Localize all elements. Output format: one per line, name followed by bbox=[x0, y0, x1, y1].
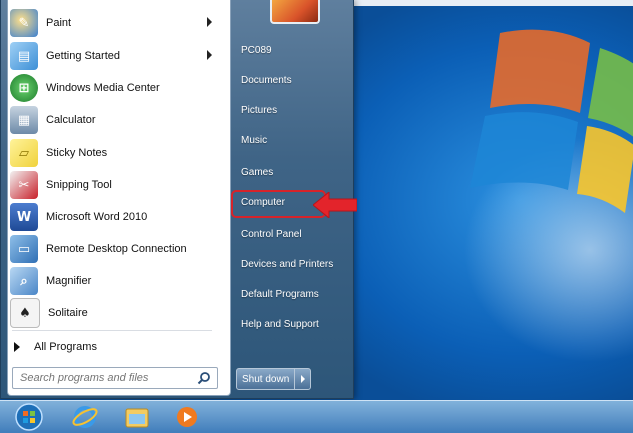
right-item-games[interactable]: Games bbox=[234, 159, 340, 185]
shutdown-options-arrow-icon[interactable] bbox=[294, 369, 310, 389]
right-item-user[interactable]: PC089 bbox=[234, 37, 340, 63]
program-remote-desktop-connection[interactable]: ▭ Remote Desktop Connection bbox=[6, 233, 216, 265]
right-item-control-panel[interactable]: Control Panel bbox=[234, 221, 340, 247]
calculator-icon: ▦ bbox=[10, 106, 38, 134]
remote-desktop-icon: ▭ bbox=[10, 235, 38, 263]
program-paint[interactable]: ✎ Paint bbox=[6, 7, 216, 39]
search-icon[interactable] bbox=[197, 371, 211, 385]
submenu-arrow-icon[interactable] bbox=[207, 50, 212, 60]
program-windows-media-center[interactable]: ⊞ Windows Media Center bbox=[6, 72, 216, 104]
magnifier-icon: ⌕ bbox=[10, 267, 38, 295]
program-getting-started[interactable]: ▤ Getting Started bbox=[6, 40, 216, 72]
submenu-arrow-icon[interactable] bbox=[207, 17, 212, 27]
right-item-music[interactable]: Music bbox=[234, 127, 340, 153]
menu-separator bbox=[12, 330, 212, 331]
shutdown-button-group[interactable]: Shut down bbox=[236, 368, 312, 390]
right-item-devices-and-printers[interactable]: Devices and Printers bbox=[234, 251, 340, 277]
internet-explorer-icon[interactable] bbox=[70, 403, 100, 431]
search-box[interactable] bbox=[12, 367, 218, 389]
shutdown-button[interactable]: Shut down bbox=[237, 369, 294, 389]
media-center-icon: ⊞ bbox=[10, 74, 38, 102]
red-arrow-icon bbox=[313, 192, 357, 218]
right-item-help-and-support[interactable]: Help and Support bbox=[234, 311, 340, 337]
windows-logo-icon bbox=[470, 29, 633, 213]
word-icon: W bbox=[10, 203, 38, 231]
sticky-notes-icon: ▱ bbox=[10, 139, 38, 167]
media-player-icon[interactable] bbox=[172, 403, 202, 431]
program-magnifier[interactable]: ⌕ Magnifier bbox=[6, 265, 216, 297]
program-microsoft-word-2010[interactable]: W Microsoft Word 2010 bbox=[6, 201, 216, 233]
file-explorer-icon[interactable] bbox=[122, 403, 152, 431]
start-orb-icon[interactable] bbox=[14, 403, 44, 431]
right-item-documents[interactable]: Documents bbox=[234, 67, 340, 93]
program-snipping-tool[interactable]: ✂ Snipping Tool bbox=[6, 169, 216, 201]
search-input[interactable] bbox=[18, 371, 192, 385]
program-calculator[interactable]: ▦ Calculator bbox=[6, 104, 216, 136]
paint-icon: ✎ bbox=[10, 9, 38, 37]
program-solitaire[interactable]: ♠ Solitaire bbox=[6, 297, 216, 329]
expand-arrow-icon bbox=[14, 342, 20, 352]
snipping-tool-icon: ✂ bbox=[10, 171, 38, 199]
right-item-pictures[interactable]: Pictures bbox=[234, 97, 340, 123]
solitaire-icon: ♠ bbox=[10, 298, 40, 328]
right-item-default-programs[interactable]: Default Programs bbox=[234, 281, 340, 307]
getting-started-icon: ▤ bbox=[10, 42, 38, 70]
program-sticky-notes[interactable]: ▱ Sticky Notes bbox=[6, 137, 216, 169]
all-programs-button[interactable]: All Programs bbox=[6, 335, 216, 359]
computer-highlight-box bbox=[231, 190, 326, 218]
user-picture[interactable] bbox=[270, 0, 320, 24]
